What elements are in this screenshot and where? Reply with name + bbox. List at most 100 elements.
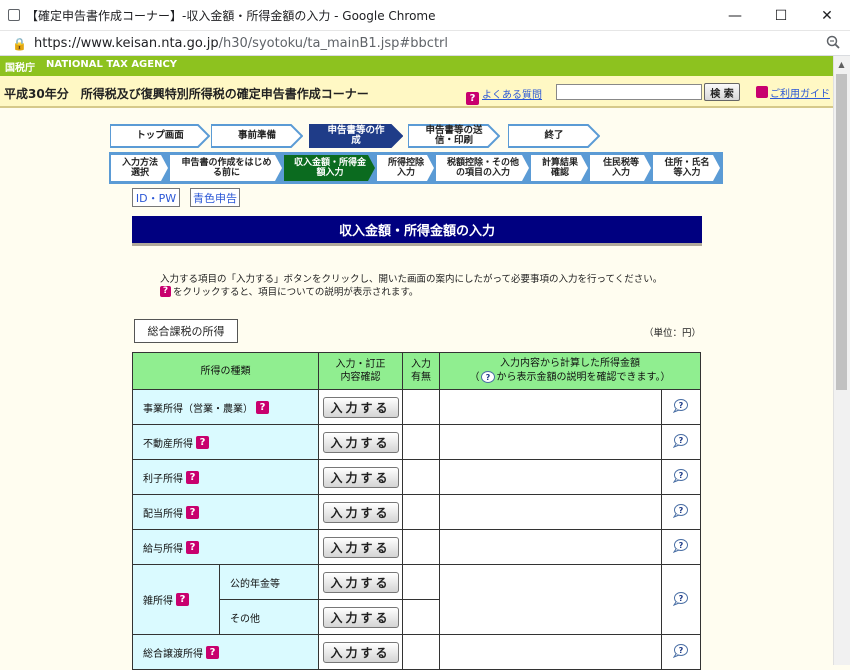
input-button[interactable]: 入力する [322, 431, 399, 453]
input-button[interactable]: 入力する [322, 501, 399, 523]
speech-help-icon[interactable]: ? [672, 503, 690, 518]
idpw-link[interactable]: ID・PW [132, 188, 180, 207]
description-line-1: 入力する項目の「入力する」ボタンをクリックし、開いた画面の案内にしたがって必要事… [160, 274, 663, 285]
row-button-cell: 入力する [318, 599, 403, 635]
input-button[interactable]: 入力する [322, 536, 399, 558]
header-amount-open: （ [469, 372, 480, 383]
substep-income[interactable]: 収入金額・所得金額入力 [284, 155, 376, 181]
substep-address-label: 住所・氏名等入力 [664, 157, 710, 178]
step-create[interactable]: 申告書等の作成 [309, 124, 403, 148]
row-status [402, 564, 440, 600]
help-icon[interactable]: ? [206, 645, 219, 659]
title-bar: 【確定申告書作成コーナー】-収入金額・所得金額の入力 - Google Chro… [0, 0, 850, 31]
guide-link[interactable]: ご利用ガイド [770, 85, 830, 100]
table-row: 利子所得? 入力する ? [132, 459, 701, 495]
help-icon[interactable]: ? [186, 505, 199, 519]
speech-help-icon[interactable]: ? [672, 398, 690, 413]
speech-help-icon[interactable]: ? [672, 643, 690, 658]
scroll-up-arrow-icon[interactable]: ▲ [833, 56, 850, 73]
row-button-cell: 入力する [318, 424, 403, 460]
row-amount [439, 389, 662, 425]
misc-sub-label: その他 [219, 599, 319, 635]
speech-help-icon: ? [480, 371, 495, 383]
scrollbar-thumb[interactable] [836, 74, 847, 390]
row-explain: ? [661, 459, 701, 495]
zoom-icon[interactable] [826, 35, 840, 53]
help-icon[interactable]: ? [196, 435, 209, 449]
row-explain: ? [661, 634, 701, 670]
svg-text:?: ? [678, 541, 683, 550]
header-kind: 所得の種類 [132, 352, 319, 390]
input-button[interactable]: 入力する [322, 571, 399, 593]
substep-method[interactable]: 入力方法選択 [111, 155, 169, 181]
row-amount [439, 459, 662, 495]
page-favicon-icon [8, 9, 20, 21]
speech-help-icon[interactable]: ? [672, 468, 690, 483]
substep-method-label: 入力方法選択 [121, 157, 158, 178]
input-button[interactable]: 入力する [322, 396, 399, 418]
agency-logo[interactable]: 国税庁 [5, 59, 35, 74]
table-header-row: 所得の種類 入力・訂正 内容確認 入力 有無 入力内容から計算した所得金額 （ … [132, 352, 701, 390]
substep-address[interactable]: 住所・氏名等入力 [653, 155, 721, 181]
url-host: https://www.keisan.nta.go.jp [34, 36, 219, 51]
speech-help-icon[interactable]: ? [672, 538, 690, 553]
row-status [402, 529, 440, 565]
agency-name[interactable]: NATIONAL TAX AGENCY [46, 59, 177, 70]
speech-help-icon[interactable]: ? [672, 433, 690, 448]
site-search-input[interactable] [556, 84, 702, 100]
help-icon[interactable]: ? [186, 470, 199, 484]
step-top[interactable]: トップ画面 [110, 124, 210, 148]
row-kind-label: 総合譲渡所得 [143, 648, 203, 660]
row-status [402, 634, 440, 670]
substep-taxcredit[interactable]: 税額控除・その他の項目の入力 [436, 155, 530, 181]
substep-income-label: 収入金額・所得金額入力 [293, 157, 366, 178]
misc-sub-label: 公的年金等 [219, 564, 319, 600]
row-button-cell: 入力する [318, 389, 403, 425]
table-row: 不動産所得? 入力する ? [132, 424, 701, 460]
input-button[interactable]: 入力する [322, 641, 399, 663]
row-kind: 配当所得? [132, 494, 319, 530]
input-button[interactable]: 入力する [322, 466, 399, 488]
income-table: 所得の種類 入力・訂正 内容確認 入力 有無 入力内容から計算した所得金額 （ … [132, 352, 701, 670]
substep-deduction[interactable]: 所得控除入力 [377, 155, 435, 181]
step-prepare-label: 事前準備 [237, 129, 276, 141]
row-button-cell: 入力する [318, 459, 403, 495]
row-kind: 不動産所得? [132, 424, 319, 460]
lock-icon: 🔒 [12, 37, 27, 51]
step-prepare[interactable]: 事前準備 [211, 124, 303, 148]
book-icon[interactable] [756, 86, 768, 98]
faq-help-icon[interactable]: ? [466, 86, 479, 105]
search-button[interactable]: 検 索 [704, 83, 740, 101]
url-text[interactable]: https://www.keisan.nta.go.jp/h30/syotoku… [34, 36, 448, 51]
close-button[interactable]: ✕ [804, 0, 850, 31]
row-explain: ? [661, 389, 701, 425]
help-icon[interactable]: ? [186, 540, 199, 554]
speech-help-icon[interactable]: ? [672, 591, 690, 606]
maximize-button[interactable]: ☐ [758, 0, 804, 31]
row-kind-label: 利子所得 [143, 473, 183, 485]
help-icon[interactable]: ? [176, 593, 189, 606]
row-button-cell: 入力する [318, 634, 403, 670]
page-title: 収入金額・所得金額の入力 [132, 216, 702, 243]
help-icon: ? [160, 285, 171, 297]
minimize-button[interactable]: — [712, 0, 758, 31]
step-send[interactable]: 申告書等の送信・印刷 [408, 124, 500, 148]
substep-before[interactable]: 申告書の作成をはじめる前に [170, 155, 283, 181]
input-button[interactable]: 入力する [322, 606, 399, 628]
substep-resident[interactable]: 住民税等入力 [590, 155, 652, 181]
step-send-label: 申告書等の送信・印刷 [425, 124, 483, 146]
step-end[interactable]: 終了 [508, 124, 600, 148]
faq-link[interactable]: よくある質問 [482, 86, 542, 101]
window-title: 【確定申告書作成コーナー】-収入金額・所得金額の入力 - Google Chro… [26, 9, 436, 23]
svg-text:?: ? [678, 436, 683, 445]
row-status [402, 389, 440, 425]
blue-return-link[interactable]: 青色申告 [190, 188, 240, 207]
substep-result[interactable]: 計算結果確認 [531, 155, 589, 181]
misc-kind-label: 雑所得 [143, 596, 173, 607]
address-bar[interactable]: 🔒 https://www.keisan.nta.go.jp/h30/syoto… [0, 31, 850, 56]
header-confirm: 入力・訂正 内容確認 [318, 352, 403, 390]
help-icon[interactable]: ? [256, 400, 269, 414]
substep-result-label: 計算結果確認 [541, 157, 578, 178]
row-kind-label: 不動産所得 [143, 438, 193, 450]
header-amount-line2: （ ? から表示金額の説明を確認できます。） [440, 370, 700, 385]
